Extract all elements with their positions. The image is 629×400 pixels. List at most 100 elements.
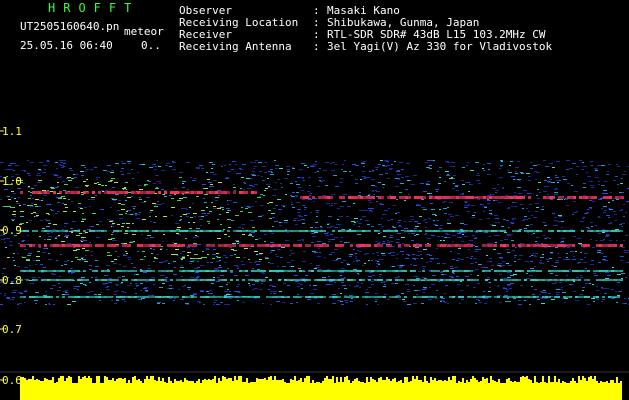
- noise-speck: [344, 288, 347, 289]
- noise-speck: [391, 164, 393, 165]
- noise-speck: [358, 226, 360, 227]
- signal-band: [56, 270, 59, 272]
- noise-speck: [503, 219, 506, 220]
- noise-speck: [124, 187, 126, 188]
- noise-speck: [99, 300, 101, 301]
- amplitude-bar: [278, 380, 280, 385]
- noise-speck: [210, 184, 213, 185]
- signal-band: [206, 230, 209, 232]
- noise-speck: [547, 281, 549, 282]
- noise-speck: [216, 253, 219, 254]
- noise-speck: [217, 238, 221, 239]
- signal-band: [371, 296, 374, 298]
- noise-speck: [151, 277, 155, 278]
- signal-band: [86, 191, 89, 194]
- noise-speck: [223, 255, 226, 256]
- noise-speck: [585, 268, 587, 269]
- signal-band: [572, 230, 575, 232]
- signal-band: [587, 296, 590, 298]
- noise-speck: [271, 247, 273, 248]
- noise-speck: [343, 260, 346, 261]
- amplitude-bar: [146, 376, 148, 385]
- noise-speck: [625, 277, 627, 278]
- amplitude-bar: [382, 380, 384, 385]
- amplitude-bar: [552, 382, 554, 385]
- noise-speck: [83, 181, 86, 182]
- noise-speck: [547, 181, 551, 182]
- noise-speck: [444, 213, 447, 214]
- signal-band: [62, 244, 65, 247]
- signal-band: [38, 270, 41, 272]
- signal-band: [461, 270, 464, 272]
- signal-band: [35, 279, 38, 281]
- noise-speck: [242, 234, 245, 235]
- noise-speck: [203, 304, 205, 305]
- noise-speck: [111, 238, 115, 239]
- noise-speck: [291, 196, 295, 197]
- signal-band: [593, 230, 596, 232]
- noise-speck: [416, 234, 419, 235]
- noise-speck: [82, 248, 85, 249]
- signal-band: [312, 196, 315, 199]
- noise-speck: [326, 203, 330, 204]
- noise-speck: [343, 194, 347, 195]
- noise-speck: [619, 210, 623, 211]
- amplitude-bar: [58, 378, 60, 385]
- noise-speck: [352, 164, 356, 165]
- noise-speck: [382, 184, 385, 185]
- noise-speck: [181, 258, 185, 259]
- noise-speck: [65, 235, 69, 236]
- noise-speck: [382, 214, 386, 215]
- noise-speck: [168, 263, 170, 264]
- noise-speck: [202, 251, 204, 252]
- signal-band: [494, 270, 497, 272]
- noise-speck: [613, 180, 616, 181]
- noise-speck: [156, 254, 159, 255]
- noise-speck: [506, 249, 509, 250]
- noise-speck: [524, 300, 526, 301]
- signal-band: [513, 196, 516, 199]
- noise-speck: [486, 255, 488, 256]
- amplitude-bar: [362, 382, 364, 385]
- noise-speck: [242, 228, 244, 229]
- signal-band: [107, 279, 110, 281]
- noise-speck: [182, 187, 185, 188]
- noise-speck: [566, 275, 568, 276]
- noise-speck: [554, 189, 557, 190]
- amplitude-bar: [456, 383, 458, 385]
- signal-band: [47, 270, 50, 272]
- noise-speck: [102, 283, 105, 284]
- noise-speck: [111, 178, 115, 179]
- noise-speck: [241, 264, 245, 265]
- signal-band: [458, 230, 461, 232]
- noise-speck: [63, 291, 67, 292]
- signal-band: [416, 279, 419, 281]
- signal-band: [554, 270, 557, 272]
- noise-speck: [254, 288, 258, 289]
- signal-band: [158, 279, 161, 281]
- noise-speck: [251, 206, 254, 207]
- noise-speck: [59, 276, 61, 277]
- noise-speck: [504, 295, 508, 296]
- noise-speck: [29, 220, 32, 221]
- signal-band: [122, 296, 125, 298]
- signal-band: [146, 279, 149, 281]
- noise-speck: [139, 212, 141, 213]
- signal-band: [323, 270, 326, 272]
- noise-speck: [117, 224, 120, 225]
- noise-speck: [71, 273, 73, 274]
- noise-speck: [172, 162, 176, 163]
- noise-speck: [39, 247, 41, 248]
- noise-speck: [101, 190, 104, 191]
- noise-speck: [227, 289, 229, 290]
- noise-speck: [429, 195, 433, 196]
- amplitude-bar: [244, 382, 246, 385]
- noise-speck: [68, 180, 72, 181]
- signal-band: [197, 270, 200, 272]
- noise-speck: [428, 299, 432, 300]
- noise-speck: [127, 210, 131, 211]
- noise-speck: [601, 301, 603, 302]
- noise-speck: [561, 221, 564, 222]
- noise-speck: [157, 201, 159, 202]
- noise-speck: [135, 213, 137, 214]
